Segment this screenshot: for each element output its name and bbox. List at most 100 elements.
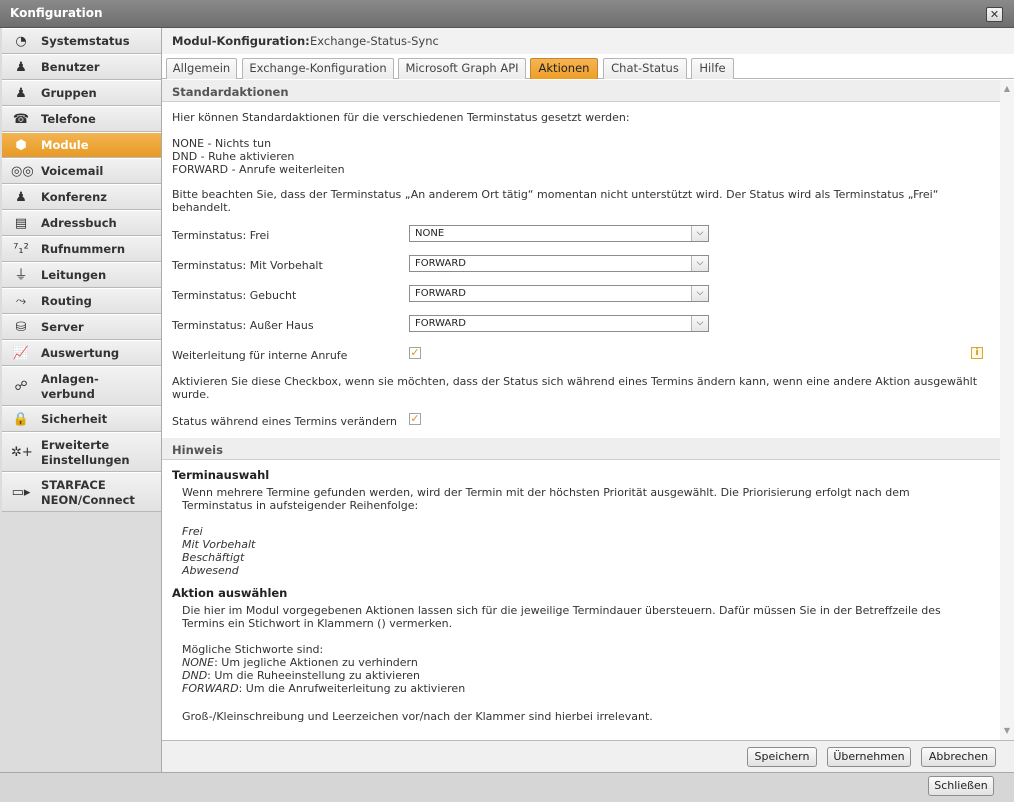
option-forward-text: FORWARD - Anrufe weiterleiten: [172, 163, 345, 176]
select-mit-vorbehalt[interactable]: FORWARD ⌵: [409, 255, 709, 272]
sidebar-item-label-line2: verbund: [41, 387, 95, 401]
sidebar-item-server[interactable]: ⛁ Server: [2, 314, 161, 340]
tab-chat-status[interactable]: Chat-Status: [603, 58, 687, 79]
option-dnd-text: DND - Ruhe aktivieren: [172, 150, 295, 163]
content-area: Standardaktionen Hier können Standardakt…: [162, 80, 1000, 740]
note-text-line1: Bitte beachten Sie, dass der Terminstatu…: [172, 188, 939, 201]
vertical-scrollbar[interactable]: ▲ ▼: [1000, 80, 1014, 740]
priority-item: Abwesend: [182, 564, 239, 577]
sidebar-item-label: Adressbuch: [41, 216, 117, 230]
sidebar-item-label: Erweiterte: [41, 438, 110, 452]
note-text-line2: behandelt.: [172, 201, 232, 214]
module-heading-value: Exchange-Status-Sync: [310, 34, 439, 48]
keyword-key: DND: [182, 669, 208, 682]
module-heading-label: Modul-Konfiguration:: [172, 34, 310, 48]
addressbook-icon: ▤: [14, 216, 28, 231]
network-icon: ☍: [14, 379, 28, 394]
user-icon: ♟: [15, 60, 27, 75]
sidebar-item-anlagen[interactable]: ☍ Anlagen-verbund: [2, 366, 161, 406]
keyword-desc: : Um die Ruheeinstellung zu aktivieren: [207, 669, 421, 682]
tab-microsoft-graph-api[interactable]: Microsoft Graph API: [398, 58, 526, 79]
sidebar-item-leitungen[interactable]: ⏚ Leitungen: [2, 262, 161, 288]
advanced-settings-icon: ✲+: [11, 445, 33, 460]
cube-icon: ⬢: [15, 138, 27, 153]
sidebar-item-auswertung[interactable]: 📈 Auswertung: [2, 340, 161, 366]
chevron-down-icon[interactable]: ⌵: [691, 316, 708, 331]
sidebar-item-label-line2: Einstellungen: [41, 453, 130, 467]
sidebar-item-voicemail[interactable]: ◎◎ Voicemail: [2, 158, 161, 184]
sidebar-item-label: Benutzer: [41, 60, 100, 74]
select-frei[interactable]: NONE ⌵: [409, 225, 709, 242]
tab-aktionen[interactable]: Aktionen: [530, 58, 598, 79]
sidebar-item-label: Konferenz: [41, 190, 107, 204]
lines-icon: ⏚: [14, 268, 28, 283]
sidebar-item-rufnummern[interactable]: ⁷₁² Rufnummern: [2, 236, 161, 262]
main-panel: Modul-Konfiguration: Exchange-Status-Syn…: [162, 28, 1014, 772]
aktion-text-line1: Die hier im Modul vorgegebenen Aktionen …: [182, 604, 941, 617]
keywords-intro: Mögliche Stichworte sind:: [182, 643, 324, 656]
keyword-key: FORWARD: [182, 682, 239, 695]
close-button[interactable]: Schließen: [928, 776, 994, 796]
sidebar-item-benutzer[interactable]: ♟ Benutzer: [2, 54, 161, 80]
server-icon: ⛁: [15, 320, 27, 335]
terminauswahl-text-line1: Wenn mehrere Termine gefunden werden, wi…: [182, 486, 910, 499]
sidebar-item-telefone[interactable]: ☎ Telefone: [2, 106, 161, 132]
change-desc-line1: Aktivieren Sie diese Checkbox, wenn sie …: [172, 375, 978, 388]
cancel-button[interactable]: Abbrechen: [921, 747, 996, 767]
sidebar-item-label: Module: [41, 138, 89, 152]
chevron-down-icon[interactable]: ⌵: [691, 286, 708, 301]
section-hinweis-header: Hinweis: [162, 438, 1000, 460]
sidebar-item-label: Auswertung: [41, 346, 120, 360]
scroll-down-icon[interactable]: ▼: [1002, 726, 1012, 736]
sidebar-item-module[interactable]: ⬢ Module: [2, 132, 161, 158]
aktion-text-line2: Termins ein Stichwort in Klammern () ver…: [182, 617, 453, 630]
apply-button[interactable]: Übernehmen: [827, 747, 911, 767]
sidebar-item-sicherheit[interactable]: 🔒 Sicherheit: [2, 406, 161, 432]
tab-allgemein[interactable]: Allgemein: [166, 58, 237, 79]
change-status-checkbox[interactable]: ✓: [409, 413, 421, 425]
internal-forward-checkbox[interactable]: ✓: [409, 347, 421, 359]
select-ausser-haus[interactable]: FORWARD ⌵: [409, 315, 709, 332]
priority-item: Mit Vorbehalt: [182, 538, 256, 551]
sidebar-item-erweiterte[interactable]: ✲+ Erweiterte Einstellungen: [2, 432, 161, 472]
chart-icon: 📈: [12, 346, 30, 361]
sidebar-item-label: Server: [41, 320, 84, 334]
priority-item: Frei: [182, 525, 203, 538]
select-mit-vorbehalt-value: FORWARD: [415, 258, 466, 269]
sidebar-item-systemstatus[interactable]: ◔ Systemstatus: [2, 28, 161, 54]
field-label-ausser-haus: Terminstatus: Außer Haus: [172, 319, 314, 332]
keyword-desc: : Um jegliche Aktionen zu verhindern: [214, 656, 418, 669]
window-title: Konfiguration: [10, 6, 103, 20]
video-icon: ▭▸: [11, 485, 31, 500]
sidebar-item-routing[interactable]: ⤳ Routing: [2, 288, 161, 314]
keyword-none: NONE: Um jegliche Aktionen zu verhindern: [182, 656, 418, 669]
aktion-heading: Aktion auswählen: [172, 586, 288, 600]
routing-icon: ⤳: [15, 294, 27, 309]
sidebar-item-label: Routing: [41, 294, 92, 308]
info-icon[interactable]: i: [971, 347, 983, 359]
scroll-up-icon[interactable]: ▲: [1002, 84, 1012, 94]
module-heading: Modul-Konfiguration: Exchange-Status-Syn…: [162, 28, 1014, 54]
terminauswahl-text-line2: Terminstatus in aufsteigender Reihenfolg…: [182, 499, 419, 512]
tab-hilfe[interactable]: Hilfe: [691, 58, 734, 79]
numbers-icon: ⁷₁²: [13, 242, 29, 257]
select-gebucht[interactable]: FORWARD ⌵: [409, 285, 709, 302]
conference-icon: ♟: [15, 190, 27, 205]
option-none-text: NONE - Nichts tun: [172, 137, 272, 150]
sidebar-item-label: Rufnummern: [41, 242, 126, 256]
close-icon[interactable]: ✕: [986, 7, 1003, 22]
sidebar-item-label: Voicemail: [41, 164, 104, 178]
tab-exchange-konfiguration[interactable]: Exchange-Konfiguration: [242, 58, 394, 79]
sidebar-item-gruppen[interactable]: ♟ Gruppen: [2, 80, 161, 106]
sidebar-item-konferenz[interactable]: ♟ Konferenz: [2, 184, 161, 210]
sidebar-item-adressbuch[interactable]: ▤ Adressbuch: [2, 210, 161, 236]
section-standardaktionen-header: Standardaktionen: [162, 80, 1000, 102]
internal-forward-label: Weiterleitung für interne Anrufe: [172, 349, 348, 362]
chevron-down-icon[interactable]: ⌵: [691, 256, 708, 271]
change-desc-line2: wurde.: [172, 388, 210, 401]
lock-icon: 🔒: [12, 412, 30, 427]
sidebar-item-label: Sicherheit: [41, 412, 108, 426]
sidebar-item-starface[interactable]: ▭▸ STARFACE NEON/Connect: [2, 472, 161, 512]
save-button[interactable]: Speichern: [747, 747, 817, 767]
chevron-down-icon[interactable]: ⌵: [691, 226, 708, 241]
